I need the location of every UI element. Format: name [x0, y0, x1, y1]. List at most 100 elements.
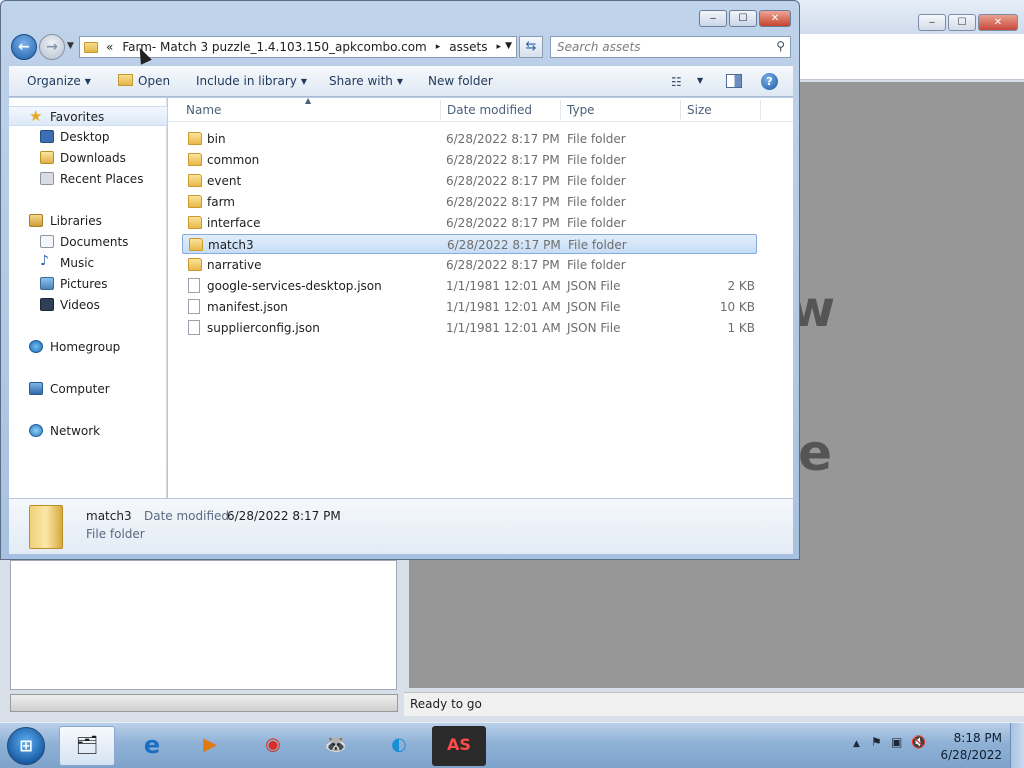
- file-name: interface: [207, 216, 261, 230]
- column-header-date-modified[interactable]: Date modified: [447, 103, 532, 117]
- help-icon[interactable]: ?: [761, 73, 778, 90]
- search-input[interactable]: Search assets ⚲: [550, 36, 791, 58]
- action-center-flag-icon[interactable]: ⚑: [871, 735, 882, 749]
- clock-date[interactable]: 6/28/2022: [940, 748, 1002, 762]
- nav-desktop-label: Desktop: [60, 130, 110, 144]
- include-in-library-button[interactable]: Include in library ▼: [196, 74, 307, 88]
- file-type: File folder: [567, 153, 626, 167]
- file-type: File folder: [567, 132, 626, 146]
- file-row-event[interactable]: event 6/28/2022 8:17 PM File folder: [182, 171, 757, 191]
- file-row-google-services-desktop-json[interactable]: google-services-desktop.json 1/1/1981 12:…: [182, 276, 757, 296]
- nav-downloads[interactable]: Downloads: [9, 148, 167, 168]
- details-date-modified-label: Date modified:: [144, 509, 234, 523]
- file-date: 1/1/1981 12:01 AM: [446, 279, 561, 293]
- explorer-caption-buttons: ‒ ☐ ✕: [697, 10, 791, 27]
- nav-favorites[interactable]: ★ Favorites: [9, 106, 167, 126]
- nav-desktop[interactable]: Desktop: [9, 127, 167, 147]
- file-row-common[interactable]: common 6/28/2022 8:17 PM File folder: [182, 150, 757, 170]
- file-row-farm[interactable]: farm 6/28/2022 8:17 PM File folder: [182, 192, 757, 212]
- address-dropdown-icon[interactable]: ▼: [505, 41, 512, 51]
- taskbar: ⊞ 🗂 e ▶ ◉ 🦝 ◐ AS ▲ ⚑ ▣ 🔇 8:18 PM 6/28/2022: [0, 722, 1024, 768]
- start-button[interactable]: ⊞: [7, 727, 45, 765]
- network-status-icon[interactable]: ▣: [891, 735, 902, 749]
- file-row-interface[interactable]: interface 6/28/2022 8:17 PM File folder: [182, 213, 757, 233]
- minimize-button[interactable]: ‒: [699, 10, 727, 27]
- taskbar-chrome-button[interactable]: ◉: [245, 726, 301, 766]
- file-name: manifest.json: [207, 300, 288, 314]
- organize-button[interactable]: Organize ▼: [27, 74, 91, 88]
- new-folder-button[interactable]: New folder: [428, 74, 493, 88]
- file-row-supplierconfig-json[interactable]: supplierconfig.json 1/1/1981 12:01 AM JSON…: [182, 318, 757, 338]
- column-divider[interactable]: [440, 100, 441, 120]
- background-maximize-button[interactable]: ☐: [948, 14, 976, 31]
- nav-recent-places[interactable]: Recent Places: [9, 169, 167, 189]
- clock-time[interactable]: 8:18 PM: [954, 731, 1002, 745]
- taskbar-internet-explorer-button[interactable]: e: [124, 726, 180, 766]
- open-button[interactable]: Open: [118, 74, 170, 88]
- taskbar-windows-explorer-button[interactable]: 🗂: [59, 726, 115, 766]
- close-button[interactable]: ✕: [759, 10, 791, 27]
- view-options-dropdown[interactable]: ▼: [697, 76, 703, 85]
- file-name: google-services-desktop.json: [207, 279, 382, 293]
- share-with-button[interactable]: Share with ▼: [329, 74, 403, 88]
- documents-icon: [40, 235, 54, 248]
- nav-computer[interactable]: Computer: [9, 379, 167, 399]
- search-icon[interactable]: ⚲: [776, 39, 785, 53]
- column-header-size[interactable]: Size: [687, 103, 712, 117]
- column-divider[interactable]: [560, 100, 561, 120]
- change-view-icon[interactable]: ☷: [671, 75, 682, 89]
- nav-music[interactable]: ♪ Music: [9, 253, 167, 273]
- file-type: JSON File: [567, 279, 621, 293]
- maximize-button[interactable]: ☐: [729, 10, 757, 27]
- breadcrumb-separator[interactable]: ▸: [436, 42, 441, 52]
- as-app-icon: AS: [447, 735, 471, 754]
- file-row-bin[interactable]: bin 6/28/2022 8:17 PM File folder: [182, 129, 757, 149]
- column-header-name[interactable]: Name: [186, 103, 221, 117]
- refresh-button[interactable]: ⇆: [519, 36, 543, 58]
- nav-documents[interactable]: Documents: [9, 232, 167, 252]
- background-scrollbar[interactable]: [10, 694, 398, 712]
- background-minimize-button[interactable]: ‒: [918, 14, 946, 31]
- navigation-pane: ★ Favorites Desktop Downloads Recent Pla…: [9, 98, 167, 498]
- address-overflow[interactable]: «: [106, 40, 113, 54]
- background-close-button[interactable]: ✕: [978, 14, 1018, 31]
- nav-libraries[interactable]: Libraries: [9, 211, 167, 231]
- file-type: File folder: [567, 174, 626, 188]
- nav-pictures[interactable]: Pictures: [9, 274, 167, 294]
- search-placeholder: Search assets: [557, 40, 641, 54]
- taskbar-raccoon-app-button[interactable]: 🦝: [308, 726, 364, 766]
- forward-button[interactable]: →: [39, 34, 65, 60]
- recent-pages-dropdown[interactable]: ▼: [67, 41, 74, 51]
- nav-favorites-label: Favorites: [50, 110, 105, 124]
- volume-muted-icon[interactable]: 🔇: [911, 735, 926, 749]
- breadcrumb-assets[interactable]: assets: [449, 40, 487, 54]
- file-row-manifest-json[interactable]: manifest.json 1/1/1981 12:01 AM JSON File 1…: [182, 297, 757, 317]
- breadcrumb-farm-match3[interactable]: Farm- Match 3 puzzle_1.4.103.150_apkcomb…: [122, 40, 426, 54]
- show-hidden-icons-icon[interactable]: ▲: [853, 739, 860, 749]
- file-list: ▲ Name Date modified Type Size bin 6/28/2…: [168, 96, 793, 498]
- column-header-type[interactable]: Type: [567, 103, 595, 117]
- details-item-name: match3: [86, 509, 132, 523]
- back-button[interactable]: ←: [11, 34, 37, 60]
- breadcrumb-separator-end[interactable]: ▸: [496, 42, 501, 52]
- nav-network[interactable]: Network: [9, 421, 167, 441]
- preview-pane-icon[interactable]: [726, 74, 742, 88]
- nav-videos[interactable]: Videos: [9, 295, 167, 315]
- background-left-panel: [10, 560, 397, 690]
- file-row-match3[interactable]: match3 6/28/2022 8:17 PM File folder: [182, 234, 757, 254]
- taskbar-media-player-button[interactable]: ▶: [182, 726, 238, 766]
- file-name: bin: [207, 132, 226, 146]
- file-size: 1 KB: [727, 321, 755, 335]
- taskbar-as-app-button[interactable]: AS: [432, 726, 486, 766]
- column-divider[interactable]: [760, 100, 761, 120]
- column-divider[interactable]: [680, 100, 681, 120]
- folder-icon: [84, 41, 98, 53]
- file-type: File folder: [568, 238, 627, 252]
- folder-icon: [188, 258, 202, 271]
- show-desktop-button[interactable]: [1010, 723, 1024, 768]
- file-date: 6/28/2022 8:17 PM: [446, 153, 560, 167]
- taskbar-edge-button[interactable]: ◐: [371, 726, 427, 766]
- nav-homegroup[interactable]: Homegroup: [9, 337, 167, 357]
- file-row-narrative[interactable]: narrative 6/28/2022 8:17 PM File folder: [182, 255, 757, 275]
- star-icon: ★: [29, 107, 43, 125]
